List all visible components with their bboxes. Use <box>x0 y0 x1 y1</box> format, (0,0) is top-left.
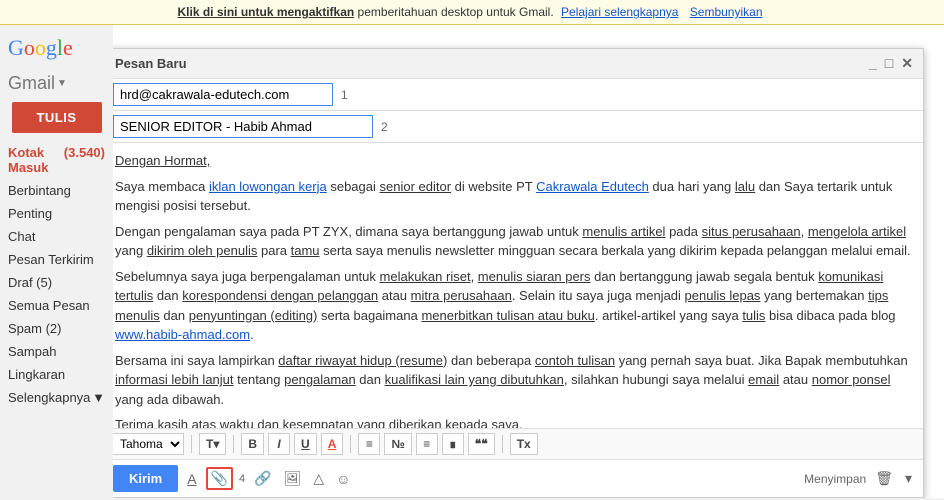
para5: Terima kasih atas waktu dan kesempatan y… <box>115 415 913 428</box>
text-color-button[interactable]: A <box>321 433 344 455</box>
notification-bar: Klik di sini untuk mengaktifkan pemberit… <box>0 0 944 25</box>
toolbar-separator-2 <box>350 435 351 453</box>
iklan-link[interactable]: iklan lowongan kerja <box>209 179 327 194</box>
compose-subject-field: 2 <box>113 111 923 143</box>
toolbar-separator-1 <box>233 435 234 453</box>
discard-button[interactable]: 🗑 <box>872 467 896 490</box>
indent-button[interactable]: ∎ <box>442 433 464 455</box>
sidebar-item-starred[interactable]: Berbintang <box>0 179 113 202</box>
compose-button[interactable]: TULIS <box>12 102 102 133</box>
cakrawala-link[interactable]: Cakrawala Edutech <box>536 179 649 194</box>
para1: Saya membaca iklan lowongan kerja sebaga… <box>115 177 913 216</box>
to-number: 1 <box>341 88 348 102</box>
minimize-button[interactable]: _ <box>869 55 877 72</box>
insert-photo-icon[interactable]: 🖼 <box>281 467 305 490</box>
font-family-select[interactable]: Tahoma <box>113 433 184 455</box>
compose-bottom-toolbar: Kirim A 📎 4 🔗 🖼 △ ☺ Menyimpan 🗑 ▾ <box>113 459 923 497</box>
insert-drive-icon[interactable]: △ <box>310 467 327 490</box>
compose-title: Pesan Baru <box>115 56 187 71</box>
compose-header: Pesan Baru _ □ ✕ <box>113 49 923 79</box>
sidebar-item-circles[interactable]: Lingkaran <box>0 363 113 386</box>
underline-button[interactable]: U <box>294 433 317 455</box>
sidebar-item-sent[interactable]: Pesan Terkirim <box>0 248 113 271</box>
ordered-list-button[interactable]: № <box>384 433 411 455</box>
compose-to-field: 1 <box>113 79 923 111</box>
gmail-label: Gmail ▼ <box>0 69 113 102</box>
italic-button[interactable]: I <box>268 433 290 455</box>
subject-input[interactable] <box>113 115 373 138</box>
save-status-text: Menyimpan <box>804 472 866 486</box>
blockquote-button[interactable]: ❝❝ <box>468 433 495 455</box>
sidebar: Google Gmail ▼ TULIS Kotak Masuk (3.540)… <box>0 25 113 498</box>
sidebar-item-all[interactable]: Semua Pesan <box>0 294 113 317</box>
attach-number: 4 <box>239 473 245 485</box>
sidebar-item-inbox[interactable]: Kotak Masuk (3.540) <box>0 141 113 179</box>
para4: Bersama ini saya lampirkan daftar riwaya… <box>115 351 913 410</box>
content-area: Pesan Baru _ □ ✕ 1 2 Dengan Hormat, <box>113 25 944 498</box>
subject-number: 2 <box>381 120 388 134</box>
remove-format-button[interactable]: Tx <box>510 433 538 455</box>
format-text-icon[interactable]: A <box>184 468 199 490</box>
sidebar-item-spam[interactable]: Spam (2) <box>0 317 113 340</box>
compose-body[interactable]: Dengan Hormat, Saya membaca iklan lowong… <box>113 143 923 428</box>
insert-link-icon[interactable]: 🔗 <box>251 467 274 490</box>
toolbar-separator-0 <box>191 435 192 453</box>
more-options-button[interactable]: ▾ <box>902 467 915 490</box>
hide-link[interactable]: Sembunyikan <box>690 5 763 19</box>
sidebar-item-important[interactable]: Penting <box>0 202 113 225</box>
align-left-button[interactable]: ≡ <box>358 433 380 455</box>
close-button[interactable]: ✕ <box>901 55 913 72</box>
insert-emoji-icon[interactable]: ☺ <box>333 468 353 490</box>
notification-text-normal: pemberitahuan desktop untuk Gmail. <box>358 5 554 19</box>
attach-file-icon[interactable]: 📎 <box>206 467 233 490</box>
notification-text-bold: Klik di sini untuk mengaktifkan <box>178 5 355 19</box>
google-logo: Google <box>0 30 113 69</box>
sidebar-item-more[interactable]: Selengkapnya▼ <box>0 386 113 409</box>
greeting: Dengan Hormat, <box>115 151 913 171</box>
sidebar-item-drafts[interactable]: Draf (5) <box>0 271 113 294</box>
bold-button[interactable]: B <box>241 433 264 455</box>
blog-link[interactable]: www.habib-ahmad.com <box>115 327 250 342</box>
compose-toolbar: Tahoma T▾ B I U A ≡ № ≡ ∎ ❝❝ Tx <box>113 428 923 459</box>
sidebar-item-chat[interactable]: Chat <box>0 225 113 248</box>
sidebar-item-trash[interactable]: Sampah <box>0 340 113 363</box>
to-input[interactable] <box>113 83 333 106</box>
toolbar-separator-3 <box>502 435 503 453</box>
para2: Dengan pengalaman saya pada PT ZYX, dima… <box>115 222 913 261</box>
font-size-button[interactable]: T▾ <box>199 433 226 455</box>
send-button[interactable]: Kirim <box>113 465 178 492</box>
unordered-list-button[interactable]: ≡ <box>416 433 438 455</box>
compose-modal: Pesan Baru _ □ ✕ 1 2 Dengan Hormat, <box>113 48 924 498</box>
learn-more-link[interactable]: Pelajari selengkapnya <box>561 5 678 19</box>
compose-header-controls: _ □ ✕ <box>869 55 913 72</box>
para3: Sebelumnya saya juga berpengalaman untuk… <box>115 267 913 345</box>
maximize-button[interactable]: □ <box>885 55 893 72</box>
